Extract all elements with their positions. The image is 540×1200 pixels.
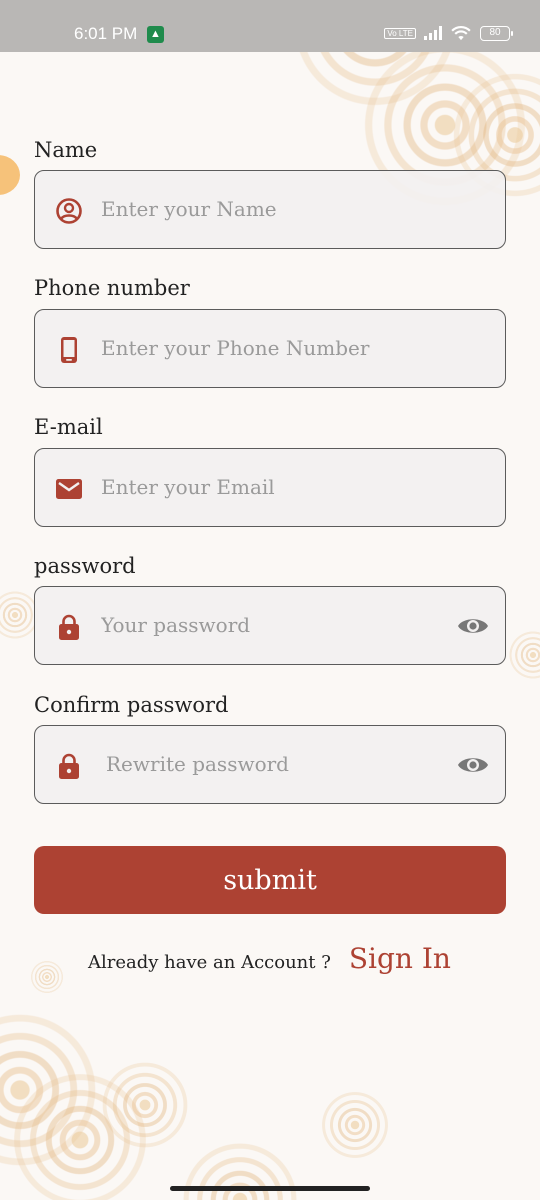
- mandala-decoration: [30, 960, 64, 994]
- name-label: Name: [34, 138, 98, 162]
- email-label: E-mail: [34, 415, 103, 439]
- phone-label: Phone number: [34, 276, 190, 300]
- status-time: 6:01 PM: [74, 24, 138, 43]
- wifi-icon: [451, 26, 471, 41]
- floating-side-tab[interactable]: [0, 155, 20, 195]
- phone-input[interactable]: [101, 310, 441, 386]
- eye-icon[interactable]: [457, 614, 489, 638]
- sign-in-link[interactable]: Sign In: [349, 942, 451, 975]
- mandala-decoration: [320, 1090, 390, 1160]
- signin-row: Already have an Account ? Sign In: [88, 942, 451, 975]
- status-bar: 6:01 PM ▲ Vo LTE 80: [0, 0, 540, 52]
- user-circle-icon: [56, 198, 82, 224]
- submit-button[interactable]: submit: [34, 846, 506, 914]
- home-indicator[interactable]: [170, 1186, 370, 1191]
- password-field[interactable]: [34, 586, 506, 665]
- email-field[interactable]: [34, 448, 506, 527]
- signup-screen: 6:01 PM ▲ Vo LTE 80 Name Enter your Name…: [0, 0, 540, 1200]
- confirm-password-label: Confirm password: [34, 693, 229, 717]
- lock-icon: [59, 753, 79, 779]
- confirm-password-field[interactable]: [34, 725, 506, 804]
- battery-icon: 80: [480, 25, 513, 41]
- mandala-decoration: [10, 1070, 150, 1200]
- signal-icon: [424, 26, 442, 40]
- mandala-decoration: [180, 1140, 300, 1200]
- mail-icon: [56, 479, 82, 499]
- mandala-decoration: [0, 1010, 100, 1170]
- eye-icon[interactable]: [457, 753, 489, 777]
- email-input[interactable]: [101, 449, 441, 525]
- signin-prompt: Already have an Account ?: [88, 952, 331, 973]
- gallery-app-icon: ▲: [147, 26, 164, 43]
- lock-icon: [59, 614, 79, 640]
- name-input[interactable]: [101, 171, 441, 247]
- status-indicators: Vo LTE 80: [384, 25, 513, 41]
- confirm-password-input[interactable]: [106, 726, 446, 802]
- phone-field[interactable]: [34, 309, 506, 388]
- name-field[interactable]: [34, 170, 506, 249]
- password-input[interactable]: [101, 587, 441, 663]
- mandala-decoration: [100, 1060, 190, 1150]
- mandala-decoration: [508, 630, 540, 680]
- volte-badge: Vo LTE: [384, 27, 416, 39]
- password-label: password: [34, 554, 136, 578]
- phone-icon: [61, 337, 77, 363]
